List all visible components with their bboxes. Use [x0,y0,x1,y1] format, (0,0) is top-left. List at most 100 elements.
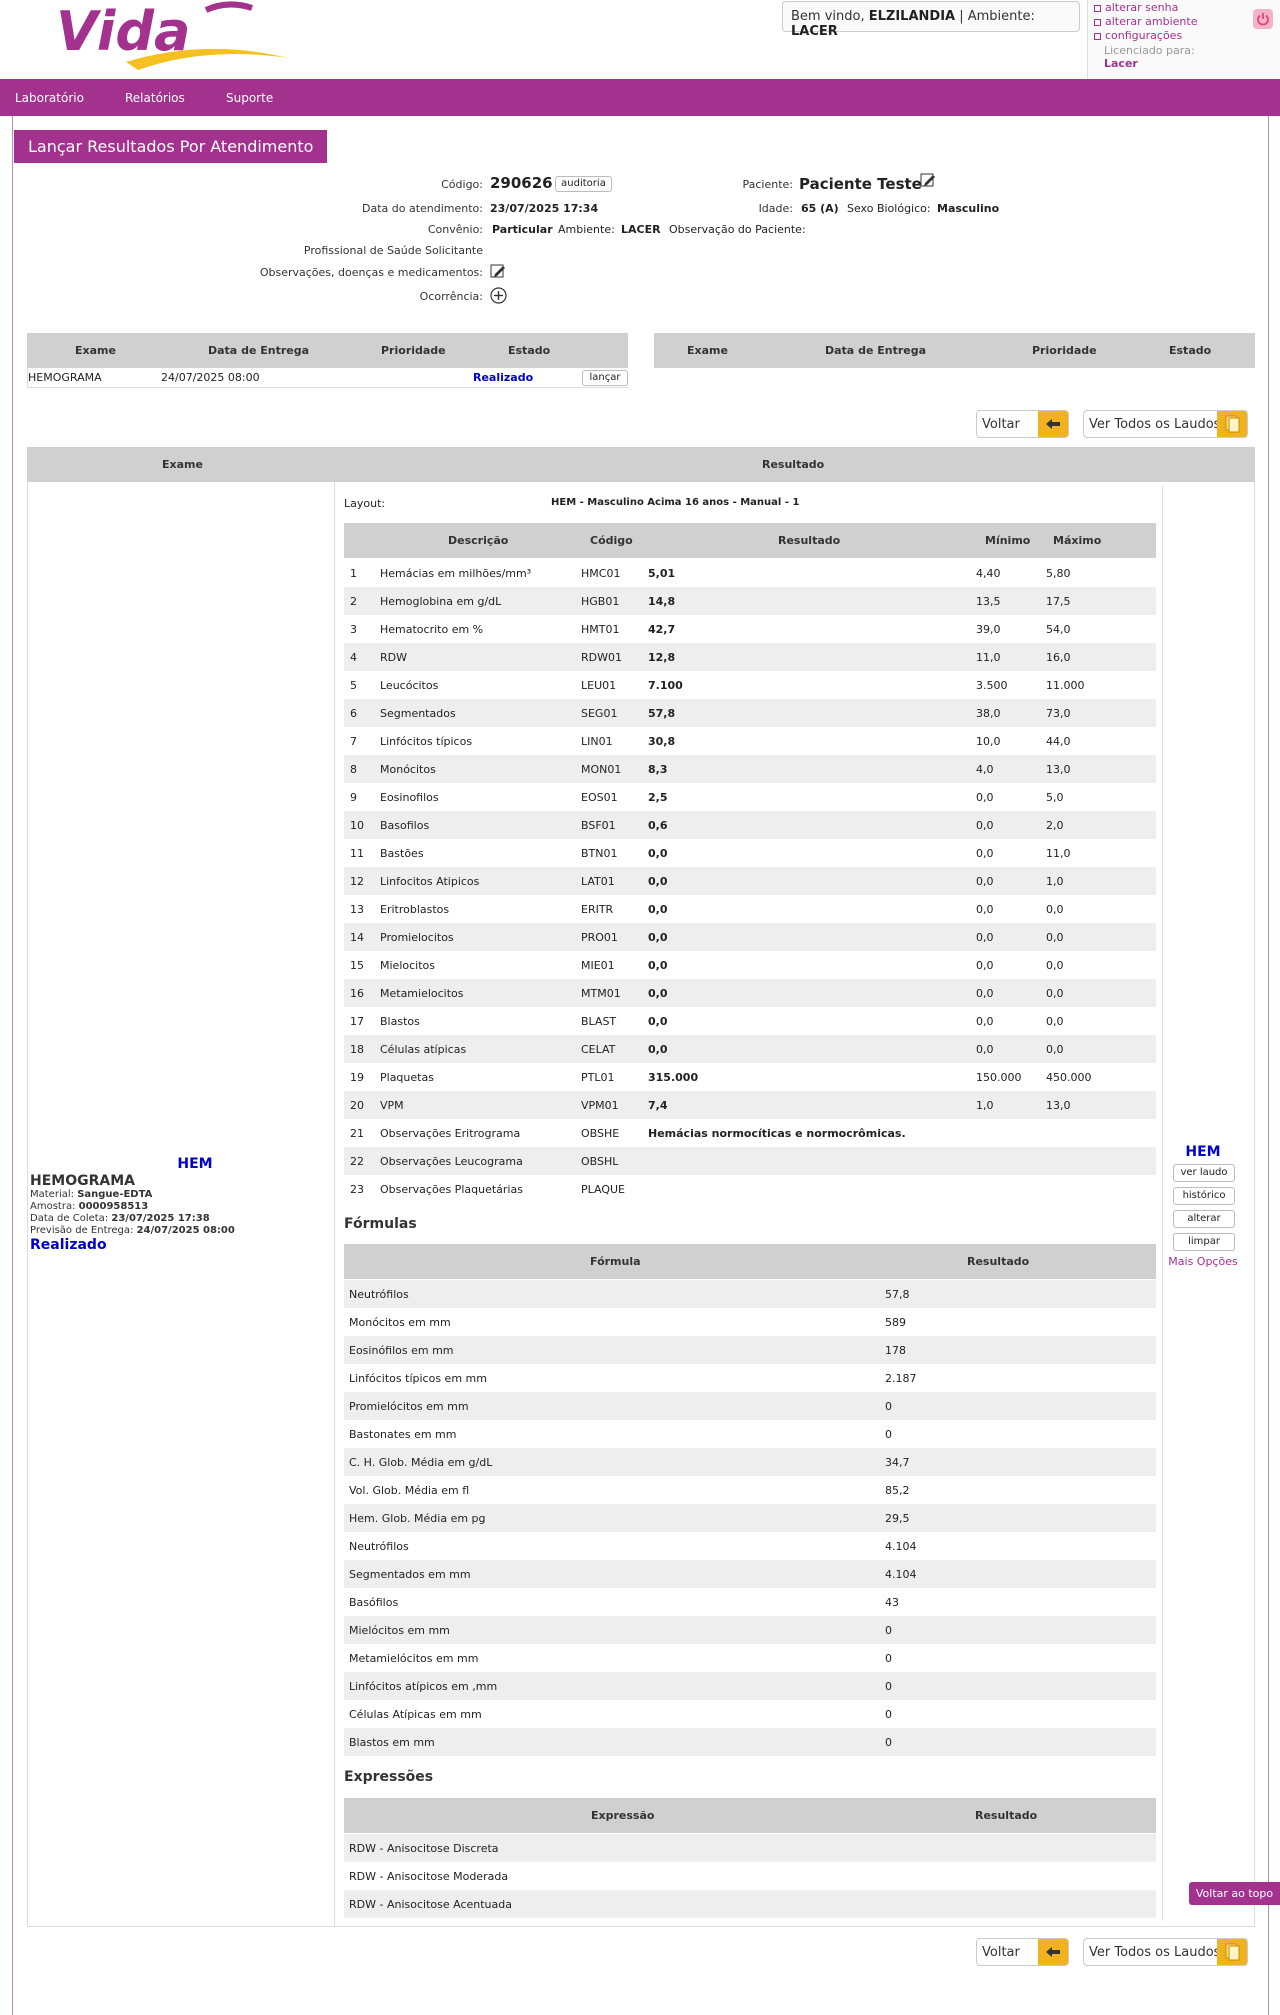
expression-name: RDW - Anisocitose Acentuada [349,1898,512,1911]
param-row[interactable]: 7 Linfócitos típicos LIN01 30,8 10,0 44,0 [344,727,1156,755]
param-row[interactable]: 13 Eritroblastos ERITR 0,0 0,0 0,0 [344,895,1156,923]
col-prioridade-right: Prioridade [1032,344,1097,357]
amostra-value: 0000958513 [78,1201,149,1212]
exam-table-right-header: Exame Data de Entrega Prioridade Estado [654,333,1255,368]
voltar-button-top[interactable]: Voltar [976,410,1069,438]
formula-row: C. H. Glob. Média em g/dL 34,7 [344,1448,1156,1476]
param-row[interactable]: 23 Observações Plaquetárias PLAQUE [344,1175,1156,1203]
mais-opcoes-link[interactable]: Mais Opções [1163,1255,1243,1268]
ambiente-value: LACER [621,223,661,236]
param-row[interactable]: 17 Blastos BLAST 0,0 0,0 0,0 [344,1007,1156,1035]
svg-text:Vida: Vida [56,0,190,63]
exam-row-date: 24/07/2025 08:00 [161,371,260,384]
formula-name: Promielócitos em mm [349,1400,469,1413]
param-index: 8 [350,763,357,776]
param-code: MON01 [581,763,622,776]
auditoria-button[interactable]: auditoria [555,176,612,192]
param-code: LIN01 [581,735,613,748]
param-code: RDW01 [581,651,622,664]
param-row[interactable]: 8 Monócitos MON01 8,3 4,0 13,0 [344,755,1156,783]
formula-row: Neutrófilos 57,8 [344,1280,1156,1308]
param-row[interactable]: 1 Hemácias em milhões/mm³ HMC01 5,01 4,40 5,8… [344,559,1156,587]
formula-row: Mielócitos em mm 0 [344,1616,1156,1644]
param-row[interactable]: 5 Leucócitos LEU01 7.100 3.500 11.000 [344,671,1156,699]
formula-result: 0 [885,1708,892,1721]
ver-todos-label-bottom: Ver Todos os Laudos [1089,1945,1221,1960]
ver-todos-laudos-button-bottom[interactable]: Ver Todos os Laudos [1083,1938,1248,1966]
param-code: PRO01 [581,931,618,944]
param-description: RDW [380,651,407,664]
alterar-button[interactable]: alterar [1173,1210,1235,1228]
param-description: Promielocitos [380,931,454,944]
param-description: Hemoglobina em g/dL [380,595,502,608]
param-row[interactable]: 10 Basofilos BSF01 0,6 0,0 2,0 [344,811,1156,839]
param-row[interactable]: 3 Hematocrito em % HMT01 42,7 39,0 54,0 [344,615,1156,643]
voltar-button-bottom[interactable]: Voltar [976,1938,1069,1966]
param-index: 17 [350,1015,364,1028]
settings-link[interactable]: configurações [1094,29,1280,43]
param-row[interactable]: 9 Eosinofilos EOS01 2,5 0,0 5,0 [344,783,1156,811]
param-row[interactable]: 6 Segmentados SEG01 57,8 38,0 73,0 [344,699,1156,727]
param-row[interactable]: 4 RDW RDW01 12,8 11,0 16,0 [344,643,1156,671]
material-value: Sangue-EDTA [77,1189,153,1200]
menu-laboratorio[interactable]: Laboratório [15,91,84,105]
voltar-ao-topo-button[interactable]: Voltar ao topo [1189,1882,1280,1905]
col-estado: Estado [508,344,551,357]
param-max: 450.000 [1046,1071,1092,1084]
param-result: 7.100 [648,679,683,692]
formula-result: 57,8 [885,1288,910,1301]
param-max: 13,0 [1046,1099,1071,1112]
param-description: Bastões [380,847,424,860]
ver-laudo-button[interactable]: ver laudo [1173,1164,1235,1182]
formula-result: 29,5 [885,1512,910,1525]
vida-logo[interactable]: Vida [56,0,296,78]
param-row[interactable]: 11 Bastões BTN01 0,0 0,0 11,0 [344,839,1156,867]
convenio-label: Convênio: [427,223,483,236]
param-row[interactable]: 2 Hemoglobina em g/dL HGB01 14,8 13,5 17,5 [344,587,1156,615]
historico-button[interactable]: histórico [1173,1187,1235,1205]
param-row[interactable]: 14 Promielocitos PRO01 0,0 0,0 0,0 [344,923,1156,951]
param-min: 0,0 [976,847,994,860]
ver-todos-laudos-button-top[interactable]: Ver Todos os Laudos [1083,410,1248,438]
result-col-exame: Exame [162,458,203,471]
expression-name: RDW - Anisocitose Moderada [349,1870,509,1883]
formula-row: Células Atípicas em mm 0 [344,1700,1156,1728]
edit-patient-icon[interactable] [920,172,936,188]
param-max: 44,0 [1046,735,1071,748]
formula-result: 0 [885,1652,892,1665]
param-row[interactable]: 16 Metamielocitos MTM01 0,0 0,0 0,0 [344,979,1156,1007]
param-min: 0,0 [976,903,994,916]
param-row[interactable]: 20 VPM VPM01 7,4 1,0 13,0 [344,1091,1156,1119]
welcome-box: Bem vindo, ELZILANDIA | Ambiente: LACER [782,1,1080,39]
param-index: 11 [350,847,364,860]
back-arrow-icon [1038,1939,1068,1965]
expressions-col-resultado: Resultado [975,1809,1038,1822]
param-row[interactable]: 15 Mielocitos MIE01 0,0 0,0 0,0 [344,951,1156,979]
param-row[interactable]: 12 Linfocitos Atipicos LAT01 0,0 0,0 1,0 [344,867,1156,895]
edit-observations-icon[interactable] [490,263,506,279]
limpar-button[interactable]: limpar [1173,1233,1235,1251]
formula-name: Vol. Glob. Média em fl [349,1484,470,1497]
logout-power-icon[interactable] [1253,9,1273,29]
expressions-header: Expressão Resultado [344,1798,1156,1833]
header: Vida Bem vindo, ELZILANDIA | Ambiente: L… [0,0,1280,79]
param-row[interactable]: 19 Plaquetas PTL01 315.000 150.000 450.000 [344,1063,1156,1091]
formula-row: Metamielócitos em mm 0 [344,1644,1156,1672]
param-row[interactable]: 22 Observações Leucograma OBSHL [344,1147,1156,1175]
menu-suporte[interactable]: Suporte [226,91,273,105]
lancar-button[interactable]: lançar [582,370,628,386]
formulas-col-formula: Fórmula [590,1255,641,1268]
param-min: 10,0 [976,735,1001,748]
param-row[interactable]: 21 Observações Eritrograma OBSHE Hemácias n… [344,1119,1156,1147]
param-max: 54,0 [1046,623,1071,636]
formulas-title: Fórmulas [344,1216,417,1232]
param-code: HMC01 [581,567,621,580]
param-code: PTL01 [581,1071,615,1084]
param-row[interactable]: 18 Células atípicas CELAT 0,0 0,0 0,0 [344,1035,1156,1063]
param-code: VPM01 [581,1099,619,1112]
param-description: Plaquetas [380,1071,434,1084]
exam-row[interactable]: HEMOGRAMA 24/07/2025 08:00 Realizado lan… [27,368,628,388]
formula-result: 85,2 [885,1484,910,1497]
add-occurrence-icon[interactable] [490,287,507,304]
menu-relatorios[interactable]: Relatórios [125,91,185,105]
